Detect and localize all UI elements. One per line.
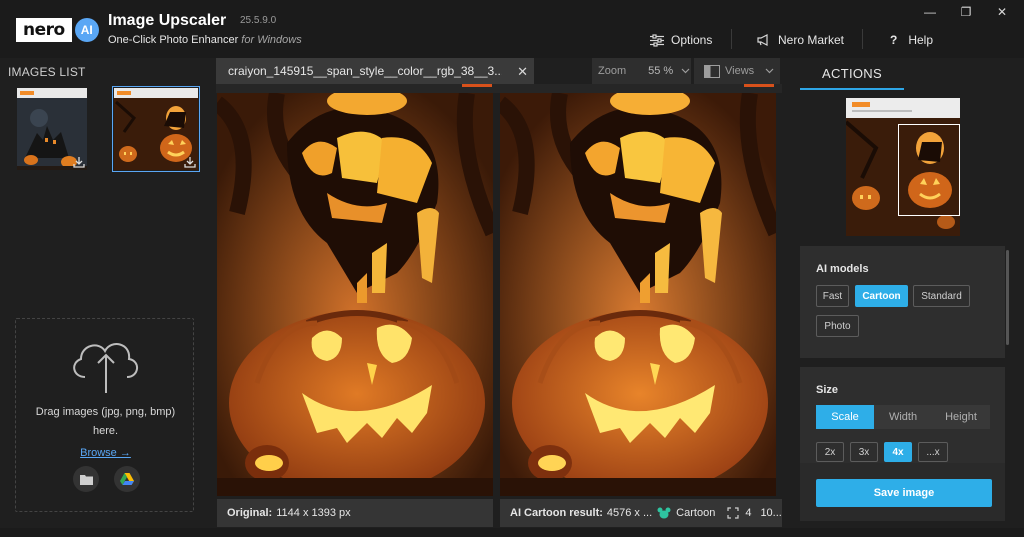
original-caption-label: Original: <box>227 507 273 519</box>
zoom-value: 55 % <box>648 65 674 77</box>
google-drive-button[interactable] <box>114 466 140 492</box>
folder-button[interactable] <box>73 466 99 492</box>
result-model: Cartoon <box>676 507 716 519</box>
title-bar: nero AI Image Upscaler 25.5.9.0 One-Clic… <box>0 0 1024 58</box>
google-drive-icon <box>120 473 134 485</box>
minimize-button[interactable]: — <box>923 5 937 19</box>
file-tab-name: craiyon_145915__span_style__color__rgb_3… <box>228 64 502 78</box>
images-list-title: IMAGES LIST <box>8 65 86 79</box>
drop-zone[interactable]: Drag images (jpg, png, bmp) here. Browse… <box>15 318 194 512</box>
result-image-pane[interactable] <box>500 93 776 496</box>
cloud-upload-icon <box>73 343 138 393</box>
close-window-button[interactable]: ✕ <box>995 5 1009 19</box>
help-label: Help <box>908 33 934 47</box>
save-image-button[interactable]: Save image <box>816 479 992 507</box>
size-tab-scale[interactable]: Scale <box>816 405 874 429</box>
app-subtitle-platform: for Windows <box>241 34 302 46</box>
scale-custom-button[interactable]: ...x <box>918 442 948 462</box>
options-button[interactable]: Options <box>650 32 712 48</box>
nero-ai-logo: nero AI <box>16 17 99 43</box>
original-image-pane[interactable] <box>217 93 493 496</box>
app-version: 25.5.9.0 <box>240 15 277 26</box>
result-dimensions: 4576 x ... <box>606 507 653 519</box>
help-button[interactable]: ? Help <box>890 32 933 48</box>
zoom-label: Zoom <box>598 65 627 77</box>
image-thumbnail-selected[interactable] <box>112 86 200 172</box>
file-tab[interactable]: craiyon_145915__span_style__color__rgb_3… <box>216 58 534 84</box>
ai-models-title: AI models <box>816 263 869 275</box>
ai-models-card: AI models Fast Cartoon Standard Photo <box>800 246 1005 358</box>
result-caption: AI Cartoon result: 4576 x ... Cartoon 4 … <box>500 499 782 527</box>
result-caption-label: AI Cartoon result: <box>510 507 603 519</box>
help-icon: ? <box>890 33 898 47</box>
sliders-icon <box>650 33 664 47</box>
drop-instructions: Drag images (jpg, png, bmp) here. <box>16 403 195 441</box>
folder-icon <box>79 474 93 485</box>
drop-text-line2: here. <box>92 425 119 437</box>
app-title: Image Upscaler <box>108 12 227 29</box>
nero-logo-text: nero <box>16 18 72 42</box>
chevron-down-icon <box>681 68 690 74</box>
views-dropdown[interactable]: Views <box>694 58 780 84</box>
options-label: Options <box>671 33 713 47</box>
original-dimensions: 1144 x 1393 px <box>276 507 351 519</box>
nero-market-button[interactable]: Nero Market <box>757 32 844 48</box>
orange-marker <box>744 84 774 87</box>
restore-button[interactable]: ❐ <box>959 5 973 19</box>
actions-scrollbar[interactable] <box>1006 250 1009 345</box>
result-scale: 4 <box>745 507 752 519</box>
model-cartoon-button[interactable]: Cartoon <box>855 285 908 307</box>
megaphone-icon <box>757 34 768 46</box>
app-window: nero AI Image Upscaler 25.5.9.0 One-Clic… <box>0 0 1024 537</box>
image-tab-bar: craiyon_145915__span_style__color__rgb_3… <box>216 58 782 84</box>
nav-divider <box>731 29 732 49</box>
download-icon[interactable] <box>184 156 196 168</box>
views-label: Views <box>725 65 755 77</box>
actions-tab[interactable]: ACTIONS <box>800 58 904 90</box>
app-subtitle: One-Click Photo Enhancer for Windows <box>108 34 302 46</box>
model-standard-button[interactable]: Standard <box>913 285 970 307</box>
size-mode-tabs: Scale Width Height <box>816 405 990 429</box>
result-image <box>500 93 776 496</box>
download-icon[interactable] <box>73 156 85 168</box>
model-photo-button[interactable]: Photo <box>816 315 859 337</box>
actions-panel: ACTIONS AI models Fast Cartoon Standard … <box>790 58 1024 528</box>
zoom-dropdown[interactable]: Zoom 55 % <box>592 58 691 84</box>
size-title: Size <box>816 384 839 396</box>
browse-link[interactable]: Browse → <box>16 447 195 459</box>
close-tab-icon[interactable]: ✕ <box>517 64 528 80</box>
scale-3x-button[interactable]: 3x <box>850 442 878 462</box>
navigator-preview[interactable] <box>846 98 960 236</box>
size-tab-height[interactable]: Height <box>932 405 990 429</box>
model-fast-button[interactable]: Fast <box>816 285 849 307</box>
size-tab-width[interactable]: Width <box>874 405 932 429</box>
orange-marker <box>462 84 492 87</box>
viewport-selection[interactable] <box>898 124 960 216</box>
nav-divider <box>862 29 863 49</box>
nero-market-label: Nero Market <box>778 33 845 47</box>
drop-text-line1: Drag images (jpg, png, bmp) <box>35 406 176 418</box>
chevron-down-icon <box>765 68 774 74</box>
result-extra: 10... <box>760 507 782 519</box>
ai-badge: AI <box>74 18 99 42</box>
expand-icon <box>727 507 739 519</box>
window-bottom-edge <box>0 528 1024 537</box>
original-image <box>217 93 493 496</box>
scale-2x-button[interactable]: 2x <box>816 442 844 462</box>
original-caption: Original: 1144 x 1393 px <box>217 499 493 527</box>
scale-4x-button[interactable]: 4x <box>884 442 912 462</box>
images-list-panel: IMAGES LIST Drag images (jpg, png, bmp) … <box>0 58 208 528</box>
cartoon-mask-icon <box>657 507 671 519</box>
tab-underline <box>216 84 782 93</box>
app-subtitle-main: One-Click Photo Enhancer <box>108 34 239 46</box>
split-view-icon <box>704 64 720 78</box>
image-thumbnail[interactable] <box>15 86 89 172</box>
